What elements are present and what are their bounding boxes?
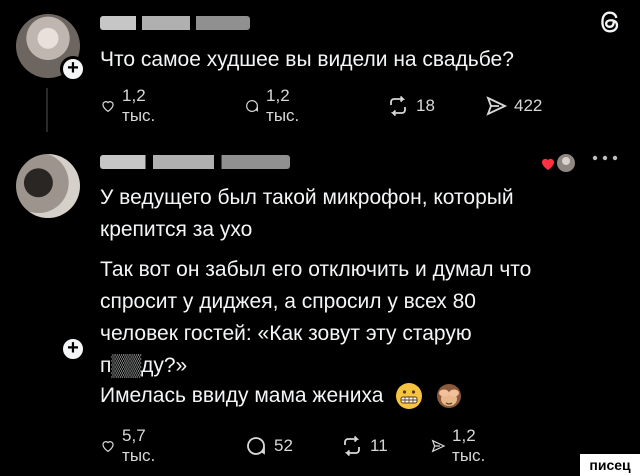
avatar[interactable] [16,154,80,218]
reply-paragraph-3: Имелась ввиду мама жениха [100,380,463,412]
username-blurred[interactable] [100,16,250,30]
like-count: 5,7 тыс. [122,426,156,465]
username-blurred[interactable] [100,155,290,169]
repost-icon [344,435,360,457]
repost-count: 18 [416,96,435,115]
like-count: 1,2 тыс. [122,86,156,125]
post-question: + Что самое худшее вы видели на свадьбе?… [0,0,640,140]
share-button[interactable]: 422 [484,92,542,120]
repost-button[interactable]: 11 [340,432,388,460]
reply-paragraph-2: Так вот он забыл его отключить и думал ч… [100,258,532,377]
reply-last-line: Имелась ввиду мама жениха [100,384,384,407]
comment-count: 1,2 тыс. [266,86,300,125]
share-count: 1,2 тыс. [452,426,486,465]
comment-count: 52 [274,436,293,455]
see-no-evil-monkey-emoji [437,384,462,409]
like-button[interactable]: 5,7 тыс. [100,426,163,465]
comment-button[interactable]: 1,2 тыс. [244,86,307,125]
repost-count: 11 [370,436,388,455]
comment-icon [246,100,258,112]
threads-icon[interactable] [596,8,624,36]
follow-plus-icon[interactable]: + [60,336,86,362]
share-icon [486,96,508,116]
heart-icon [102,101,114,113]
comment-icon [247,437,265,455]
more-icon[interactable] [590,150,620,166]
share-button[interactable]: 1,2 тыс. [430,426,493,465]
grimace-emoji [396,383,423,410]
like-button[interactable]: 1,2 тыс. [100,86,163,125]
heart-icon [102,441,114,453]
share-count: 422 [514,96,543,115]
liked-by-avatars-icon[interactable] [540,152,578,174]
repost-icon [390,95,406,117]
post-reply: + У ведущего был такой микрофон, который… [0,140,640,476]
thread-connector-line [46,88,48,132]
follow-plus-icon[interactable]: + [60,56,86,82]
watermark-label: писец [580,454,640,476]
repost-button[interactable]: 18 [386,92,435,120]
reply-paragraph-1: У ведущего был такой микрофон, который к… [100,186,514,241]
comment-button[interactable]: 52 [244,432,293,460]
share-icon [431,439,446,453]
post-text: Что самое худшее вы видели на свадьбе? [100,48,514,71]
